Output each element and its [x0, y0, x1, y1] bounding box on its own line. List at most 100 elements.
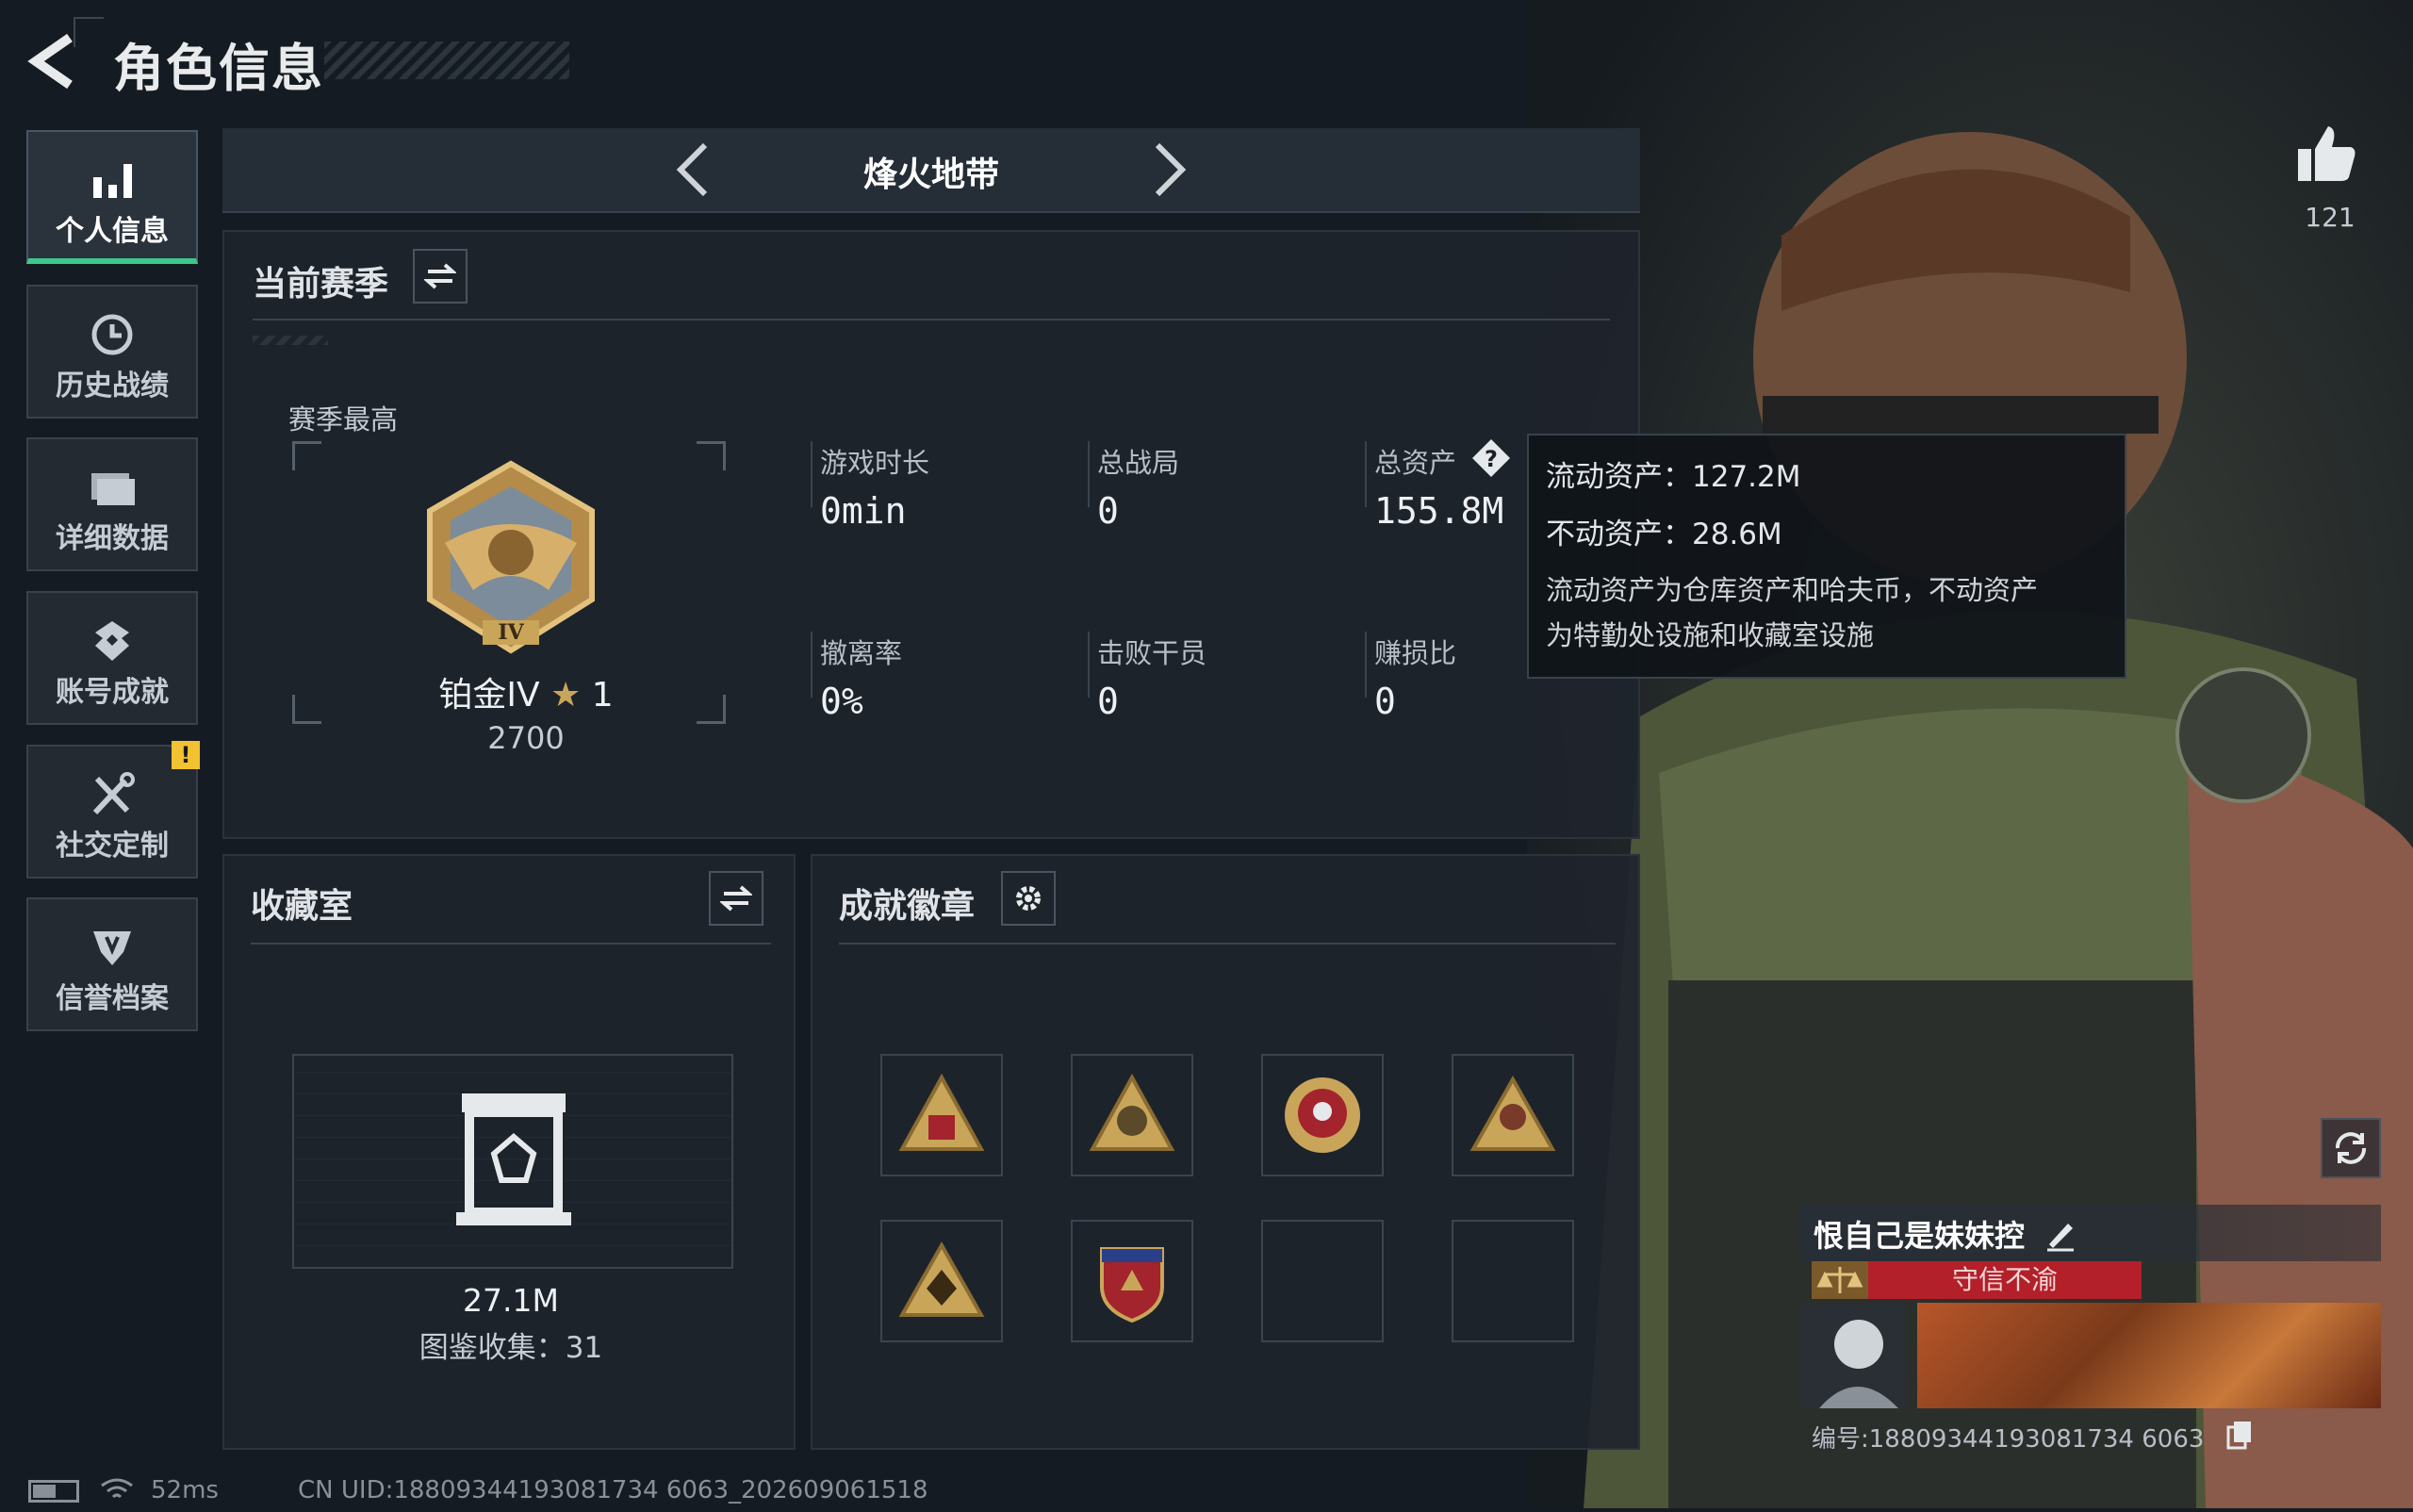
- catalog-count: 图鉴收集：31: [419, 1331, 603, 1365]
- shield-icon: [93, 931, 131, 965]
- stat-divider: [1365, 441, 1367, 507]
- like-button[interactable]: [2292, 121, 2368, 196]
- copy-id-button[interactable]: [2226, 1420, 2258, 1452]
- svg-text:?: ?: [1485, 446, 1498, 472]
- rank-name-row: 铂金IV ★ 1: [413, 667, 639, 716]
- collection-switch-button[interactable]: [709, 871, 763, 926]
- sidebar-item-label: 个人信息: [56, 215, 169, 248]
- section-title: 收藏室: [251, 887, 353, 926]
- ping: 52ms: [151, 1476, 219, 1504]
- stat-value: 0: [1374, 681, 1396, 722]
- badge-slot[interactable]: [1071, 1054, 1193, 1176]
- sidebar-item-label: 社交定制: [56, 830, 169, 863]
- rank-stars: 1: [591, 676, 614, 715]
- map-name: 烽火地带: [862, 156, 999, 194]
- badge-slot[interactable]: [880, 1054, 1003, 1176]
- like-count: 121: [2305, 202, 2356, 233]
- stat-label: 总战局: [1097, 447, 1180, 479]
- achievement-icon: [95, 621, 129, 661]
- current-season-panel: 当前赛季 赛季最高 IV 铂金IV ★ 1 2700 游戏时长 0min 总战局…: [222, 230, 1640, 839]
- sidebar-item-history[interactable]: 历史战绩: [26, 285, 198, 419]
- map-selector: 烽火地带: [222, 128, 1640, 213]
- liquid-assets: 流动资产：127.2M: [1546, 460, 1801, 494]
- title-corner-decoration: [74, 17, 104, 47]
- wifi-icon: [98, 1474, 136, 1503]
- rotate-view-button[interactable]: [2321, 1118, 2381, 1178]
- section-divider: [253, 319, 1610, 320]
- season-switch-button[interactable]: [413, 249, 468, 304]
- alert-badge: !: [172, 741, 200, 769]
- player-name: 恨自己是妹妹控: [1814, 1218, 2026, 1254]
- title-hatch-decoration: [324, 41, 569, 79]
- stat-divider: [1088, 632, 1090, 698]
- section-title: 成就徽章: [839, 887, 976, 926]
- avatar-portrait-icon: [1819, 1320, 1898, 1408]
- reputation-tag: 守信不渝: [1868, 1261, 2142, 1299]
- assets-description-line: 为特勤处设施和收藏室设施: [1546, 619, 1875, 651]
- rank-name: 铂金IV: [438, 676, 540, 715]
- rank-points: 2700: [487, 720, 565, 756]
- stat-divider: [811, 632, 813, 698]
- battery-icon: [28, 1480, 79, 1503]
- help-icon[interactable]: ?: [1470, 437, 1512, 479]
- badge-slot[interactable]: [1071, 1220, 1193, 1342]
- stat-label: 赚损比: [1374, 637, 1457, 669]
- stat-label: 游戏时长: [820, 447, 930, 479]
- sidebar-item-label: 信誉档案: [56, 982, 169, 1015]
- badge-slot-empty[interactable]: [1261, 1220, 1384, 1342]
- collection-value: 27.1M: [463, 1282, 559, 1319]
- sidebar-item-label: 账号成就: [56, 676, 169, 709]
- reputation-scale-icon: [1812, 1261, 1868, 1299]
- tools-icon: [92, 772, 135, 815]
- stat-divider: [1365, 632, 1367, 698]
- sidebar-item-achievements[interactable]: 账号成就: [26, 591, 198, 725]
- copy-icon: [2226, 1422, 2251, 1450]
- badge-triangle-soldier-icon: [1089, 1073, 1175, 1151]
- thumbs-up-icon: [2298, 126, 2356, 181]
- stat-value: 0min: [820, 490, 907, 532]
- chevron-right-icon: [1155, 142, 1187, 197]
- section-title: 当前赛季: [253, 265, 389, 304]
- badge-triangle-gold-icon: [898, 1073, 985, 1151]
- rank-emblem-icon: IV: [427, 460, 595, 654]
- sidebar-item-detailed-data[interactable]: 详细数据: [26, 437, 198, 571]
- assets-description: 流动资产为仓库资产和哈夫币，不动资产 为特勤处设施和收藏室设施: [1546, 567, 2108, 658]
- history-icon: [91, 314, 133, 355]
- badge-slot[interactable]: [1452, 1054, 1574, 1176]
- badge-triangle-eye-icon: [898, 1241, 985, 1317]
- badge-settings-button[interactable]: [1001, 871, 1056, 926]
- uid-text: CN UID:18809344193081734 6063_2026090615…: [298, 1476, 928, 1504]
- stat-label: 撤离率: [820, 637, 903, 669]
- profile-banner[interactable]: [1917, 1303, 2381, 1408]
- stat-value: 0: [1097, 681, 1119, 722]
- collection-preview[interactable]: [292, 1054, 733, 1269]
- refresh-icon: [2336, 1132, 2366, 1164]
- stat-divider: [811, 441, 813, 507]
- badge-skull-medal-icon: [1285, 1077, 1360, 1153]
- folder-icon: [91, 473, 135, 505]
- stat-divider: [1088, 441, 1090, 507]
- badge-slot-empty[interactable]: [1452, 1220, 1574, 1342]
- display-case-icon: [456, 1093, 571, 1225]
- avatar[interactable]: [1800, 1303, 1906, 1408]
- sidebar-item-reputation[interactable]: 信誉档案: [26, 897, 198, 1031]
- badge-shield-stars-icon: [1100, 1247, 1164, 1323]
- collection-room-panel: 收藏室 27.1M 图鉴收集：31: [222, 854, 796, 1450]
- swap-icon: [424, 263, 456, 289]
- section-divider: [251, 943, 771, 945]
- achievement-badges-panel: 成就徽章: [811, 854, 1640, 1450]
- edit-name-button[interactable]: [2042, 1214, 2079, 1252]
- next-map-button[interactable]: [1141, 140, 1197, 200]
- assets-description-line: 流动资产为仓库资产和哈夫币，不动资产: [1546, 574, 2039, 606]
- pencil-icon: [2047, 1224, 2074, 1252]
- sidebar-item-label: 详细数据: [56, 522, 169, 555]
- sidebar-item-personal-info[interactable]: 个人信息: [26, 130, 198, 264]
- season-best-label: 赛季最高: [288, 403, 399, 436]
- swap-icon: [720, 885, 752, 912]
- badge-slot[interactable]: [1261, 1054, 1384, 1176]
- stat-label: 击败干员: [1097, 637, 1207, 669]
- page-title: 角色信息: [113, 39, 324, 98]
- stat-label: 总资产: [1374, 447, 1457, 479]
- bar-chart-icon: [93, 164, 132, 198]
- badge-slot[interactable]: [880, 1220, 1003, 1342]
